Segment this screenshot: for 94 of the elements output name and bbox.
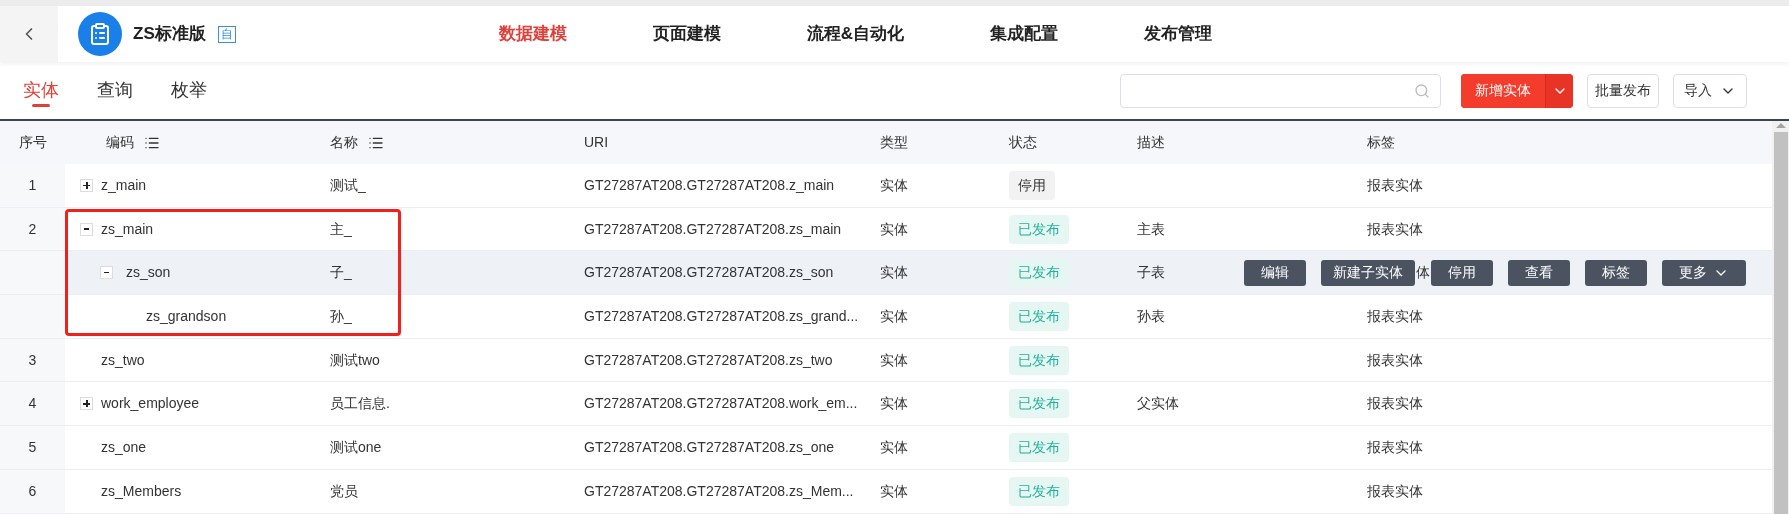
index-cell: 4 xyxy=(0,382,65,426)
column-header: 标签 xyxy=(1367,133,1395,152)
row-action-button[interactable]: 查看 xyxy=(1508,259,1570,286)
table-cell: 主_ xyxy=(330,220,352,237)
table-cell: 报表实体 xyxy=(1367,307,1423,324)
import-button[interactable]: 导入 xyxy=(1673,73,1747,108)
table-cell: 实体 xyxy=(880,307,908,324)
column-header: 描述 xyxy=(1137,133,1165,152)
row-action-button[interactable]: 停用 xyxy=(1431,259,1493,286)
index-cell: 2 xyxy=(0,207,65,251)
nav-tab[interactable]: 数据建模 xyxy=(498,21,567,47)
table-cell-text: work_employee xyxy=(101,394,200,414)
table-cell: 报表实体 xyxy=(1367,395,1423,412)
column-header: 编码 xyxy=(106,133,134,152)
table-cell: 孙_ xyxy=(330,307,352,324)
tab[interactable]: 查询 xyxy=(97,62,133,119)
table-cell: 父实体 xyxy=(1137,395,1179,412)
expand-button[interactable] xyxy=(80,178,93,192)
table-cell-text: z_main xyxy=(101,175,147,195)
status-badge: 已发布 xyxy=(1009,345,1069,375)
expand-button[interactable] xyxy=(80,397,93,411)
table-cell-text: 体 xyxy=(1415,263,1431,283)
table-cell: 实体 xyxy=(880,351,908,368)
table-cell-text: zs_main xyxy=(101,219,154,239)
index-cell: 6 xyxy=(0,469,65,513)
table-cell: 党员 xyxy=(330,482,358,499)
table-cell: GT27287AT208.GT27287AT208.work_em... xyxy=(584,395,858,412)
highlighted-row[interactable]: zs_son 子_ GT27287AT208.GT27287AT208.zs_son 实体 已发布 子表 编辑 新建子实体 体 停用 查看 标签 更多 xyxy=(0,251,1772,296)
search-icon xyxy=(1414,82,1430,99)
index-cell: 5 xyxy=(0,426,65,469)
column-header: 序号 xyxy=(18,133,47,152)
tab[interactable]: 实体 xyxy=(23,62,59,119)
table-cell: 测试one xyxy=(330,438,382,455)
column-header: 状态 xyxy=(1009,133,1037,152)
table-cell: 报表实体 xyxy=(1367,438,1423,455)
search-field[interactable] xyxy=(1120,73,1441,108)
dropdown-button[interactable] xyxy=(1545,73,1573,108)
app-badge: 自 xyxy=(217,25,236,43)
app-title: ZS标准版 xyxy=(133,23,206,46)
table-cell-text: zs_two xyxy=(101,350,145,370)
table-cell: GT27287AT208.GT27287AT208.z_main xyxy=(584,176,835,193)
column-header: 名称 xyxy=(330,133,358,152)
status-badge: 停用 xyxy=(1009,170,1055,200)
status-badge: 已发布 xyxy=(1009,301,1069,331)
table-cell: 报表实体 xyxy=(1367,220,1423,237)
table-cell-text: zs_one xyxy=(101,437,147,457)
status-badge: 已发布 xyxy=(1009,258,1069,288)
status-badge: 已发布 xyxy=(1009,214,1069,244)
row-action-button[interactable]: 编辑 xyxy=(1244,259,1306,286)
table-cell: 子_ xyxy=(330,264,352,281)
nav-tab[interactable]: 集成配置 xyxy=(990,21,1058,47)
nav-tab[interactable]: 页面建模 xyxy=(652,21,721,47)
table-cell: 报表实体 xyxy=(1367,482,1423,499)
row-action-button[interactable]: 新建子实体 xyxy=(1321,259,1415,286)
table-cell-text: zs_grandson xyxy=(145,306,227,326)
table-cell: 子表 xyxy=(1137,264,1165,281)
table-cell: 报表实体 xyxy=(1367,351,1423,368)
table-cell: 测试_ xyxy=(330,176,366,193)
nav-tab[interactable]: 流程&自动化 xyxy=(806,21,904,47)
table-cell: 实体 xyxy=(880,176,908,193)
scrollbar[interactable] xyxy=(1772,121,1789,514)
table-cell-text: zs_Members xyxy=(101,481,182,501)
table-cell: GT27287AT208.GT27287AT208.zs_two xyxy=(584,351,833,368)
tab[interactable]: 枚举 xyxy=(171,62,207,119)
table-cell: 实体 xyxy=(880,264,908,281)
row-action-button[interactable]: 标签 xyxy=(1585,259,1647,286)
table-cell: 测试two xyxy=(330,351,380,368)
table-cell: 实体 xyxy=(880,220,908,237)
index-cell: 1 xyxy=(0,164,65,207)
table-cell: 实体 xyxy=(880,395,908,412)
table-cell: GT27287AT208.GT27287AT208.zs_son xyxy=(584,264,834,281)
status-badge: 已发布 xyxy=(1009,476,1069,506)
index-cell: 3 xyxy=(0,338,65,382)
collapse-button[interactable] xyxy=(100,266,113,280)
table-cell: GT27287AT208.GT27287AT208.zs_grand... xyxy=(584,307,859,324)
column-header: 类型 xyxy=(880,133,908,152)
table-cell: 员工信息. xyxy=(330,395,390,412)
table-cell: 实体 xyxy=(880,482,908,499)
app-logo xyxy=(78,12,122,56)
table-cell-text: zs_son xyxy=(125,263,171,283)
table-cell: GT27287AT208.GT27287AT208.zs_one xyxy=(584,438,835,455)
column-header: URI xyxy=(584,133,609,152)
collapse-button[interactable] xyxy=(80,222,93,236)
status-badge: 已发布 xyxy=(1009,432,1069,462)
batch-publish-button[interactable]: 批量发布 xyxy=(1587,73,1659,108)
table-cell: 主表 xyxy=(1137,220,1165,237)
table-cell: GT27287AT208.GT27287AT208.zs_main xyxy=(584,220,842,237)
table-cell: GT27287AT208.GT27287AT208.zs_Mem... xyxy=(584,482,854,499)
table-cell: 实体 xyxy=(880,438,908,455)
nav-tab[interactable]: 发布管理 xyxy=(1144,21,1212,47)
more-button[interactable]: 更多 xyxy=(1662,259,1746,286)
table-cell: 报表实体 xyxy=(1367,176,1423,193)
table-cell: 孙表 xyxy=(1137,307,1165,324)
status-badge: 已发布 xyxy=(1009,389,1069,419)
